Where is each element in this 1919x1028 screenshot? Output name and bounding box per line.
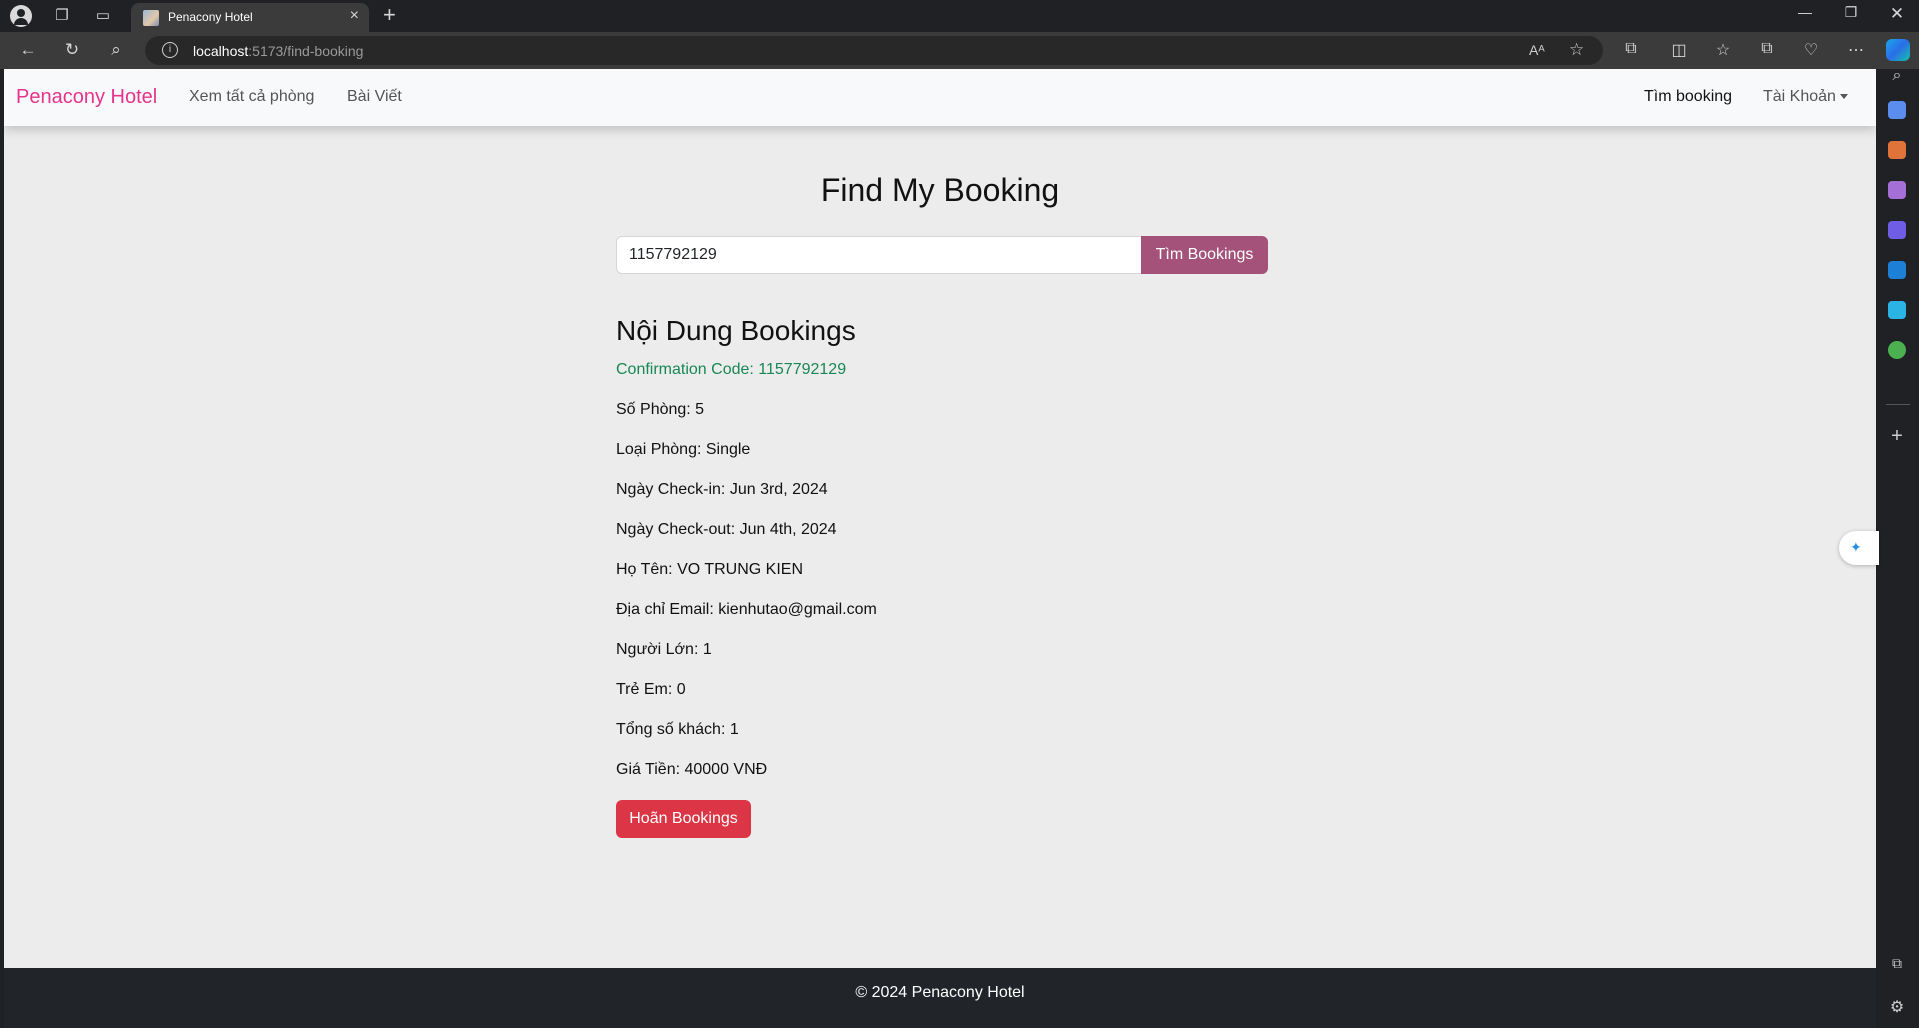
url-path: :5173/find-booking xyxy=(248,43,364,59)
site-info-icon[interactable]: i xyxy=(162,42,178,58)
room-number-text: Số Phòng: 5 xyxy=(616,401,705,418)
browser-essentials-icon[interactable]: ♡ xyxy=(1800,40,1822,60)
outlook-icon[interactable] xyxy=(1888,261,1906,279)
read-aloud-icon[interactable]: Aᴬ xyxy=(1529,42,1545,58)
microsoft365-icon[interactable] xyxy=(1888,221,1906,239)
search-icon[interactable]: ⌕ xyxy=(104,40,128,60)
extensions-icon[interactable]: ⧉ xyxy=(1620,40,1642,58)
browser-tab-active[interactable]: Penacony Hotel × xyxy=(131,3,369,32)
confirmation-code-text: Confirmation Code: 1157792129 xyxy=(616,361,847,378)
workspaces-icon[interactable]: ❐ xyxy=(50,4,74,28)
guest-email-text: Địa chỉ Email: kienhutao@gmail.com xyxy=(616,601,877,618)
url-text: localhost:5173/find-booking xyxy=(193,43,363,59)
favorites-icon[interactable]: ☆ xyxy=(1712,40,1734,60)
droplet-sparkle-icon: ✦ xyxy=(1850,539,1862,555)
site-footer: © 2024 Penacony Hotel xyxy=(4,968,1876,1028)
price-text: Giá Tiền: 40000 VNĐ xyxy=(616,761,768,778)
screenshot-icon[interactable]: ⧉ xyxy=(1886,955,1908,972)
back-icon[interactable]: ← xyxy=(16,40,40,60)
nav-link-find-booking[interactable]: Tìm booking xyxy=(1644,88,1732,106)
telegram-icon[interactable] xyxy=(1888,301,1906,319)
split-screen-icon[interactable]: ◫ xyxy=(1668,40,1690,60)
refresh-icon[interactable]: ↻ xyxy=(60,40,84,60)
account-dropdown[interactable]: Tài Khoản xyxy=(1763,88,1848,106)
account-dropdown-label: Tài Khoản xyxy=(1763,88,1836,105)
more-menu-icon[interactable]: ⋯ xyxy=(1845,40,1867,60)
cancel-booking-button[interactable]: Hoãn Bookings xyxy=(616,800,751,838)
copilot-icon[interactable] xyxy=(1886,39,1910,61)
brand-link[interactable]: Penacony Hotel xyxy=(16,86,157,109)
tree-icon[interactable] xyxy=(1888,341,1906,359)
checkin-date-text: Ngày Check-in: Jun 3rd, 2024 xyxy=(616,481,828,498)
new-tab-icon[interactable]: + xyxy=(383,2,396,28)
sidebar-settings-icon[interactable]: ⚙ xyxy=(1886,997,1908,1017)
confirmation-code-input[interactable] xyxy=(616,236,1142,274)
tab-favicon-icon xyxy=(143,10,159,26)
collections-icon[interactable]: ⧉ xyxy=(1756,40,1778,58)
sidebar-divider xyxy=(1886,404,1910,405)
room-type-text: Loại Phòng: Single xyxy=(616,441,751,458)
adults-text: Người Lớn: 1 xyxy=(616,641,712,658)
tab-actions-icon[interactable]: ▭ xyxy=(91,4,115,28)
booking-details-heading: Nội Dung Bookings xyxy=(616,315,856,346)
floating-assistant-button[interactable]: ✦ xyxy=(1839,531,1879,565)
children-text: Trẻ Em: 0 xyxy=(616,681,686,698)
nav-link-all-rooms[interactable]: Xem tất cả phòng xyxy=(189,88,314,106)
tab-title: Penacony Hotel xyxy=(168,10,253,24)
restore-icon[interactable]: ❐ xyxy=(1836,4,1866,21)
url-field[interactable]: i localhost:5173/find-booking Aᴬ ☆ xyxy=(145,36,1603,65)
footer-copyright: © 2024 Penacony Hotel xyxy=(855,984,1025,1001)
profile-avatar-icon[interactable] xyxy=(10,5,32,27)
sidebar-search-icon[interactable]: ⌕ xyxy=(1886,67,1908,85)
browser-tabstrip: ❐ ▭ Penacony Hotel × + — ❐ ✕ xyxy=(0,0,1919,32)
close-window-icon[interactable]: ✕ xyxy=(1882,4,1912,24)
edge-sidebar: ⌕ + ⧉ ⚙ xyxy=(1876,67,1919,1028)
nav-link-articles[interactable]: Bài Viết xyxy=(347,88,402,106)
page-viewport: Penacony Hotel Xem tất cả phòng Bài Viết… xyxy=(4,69,1876,1028)
booking-details: Nội Dung Bookings Confirmation Code: 115… xyxy=(616,314,1316,838)
site-navbar: Penacony Hotel Xem tất cả phòng Bài Viết… xyxy=(4,69,1876,126)
tab-close-icon[interactable]: × xyxy=(350,7,359,25)
total-guests-text: Tổng số khách: 1 xyxy=(616,721,739,738)
minimize-icon[interactable]: — xyxy=(1790,4,1820,20)
games-icon[interactable] xyxy=(1888,181,1906,199)
chevron-down-icon xyxy=(1839,94,1848,100)
page-title: Find My Booking xyxy=(820,172,1060,208)
favorite-star-icon[interactable]: ☆ xyxy=(1569,40,1584,60)
find-bookings-button[interactable]: Tìm Bookings xyxy=(1141,236,1268,274)
shopping-tag-icon[interactable] xyxy=(1888,101,1906,119)
tools-icon[interactable] xyxy=(1888,141,1906,159)
checkout-date-text: Ngày Check-out: Jun 4th, 2024 xyxy=(616,521,837,538)
guest-name-text: Họ Tên: VO TRUNG KIEN xyxy=(616,561,804,578)
address-bar-row: ← ↻ ⌕ i localhost:5173/find-booking Aᴬ ☆… xyxy=(0,32,1919,69)
url-host: localhost xyxy=(193,43,249,59)
add-sidebar-app-icon[interactable]: + xyxy=(1886,425,1908,448)
